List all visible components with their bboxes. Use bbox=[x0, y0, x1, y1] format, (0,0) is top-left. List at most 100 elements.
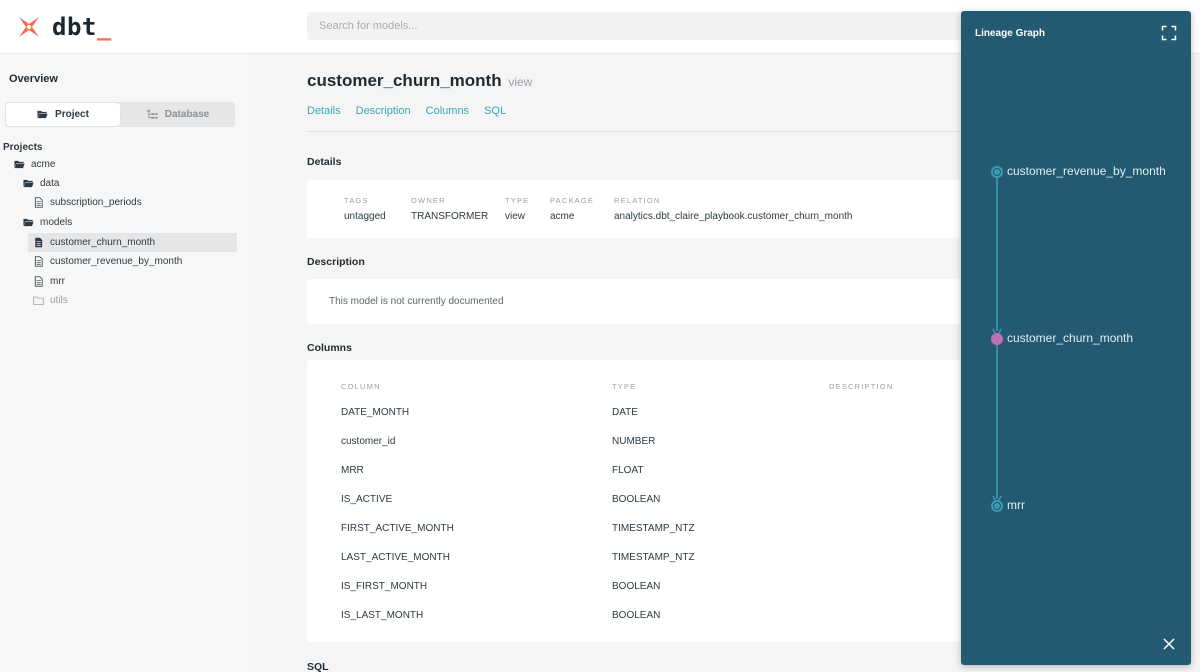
lineage-title: Lineage Graph bbox=[975, 28, 1046, 39]
description-card: This model is not currently documented bbox=[307, 279, 960, 324]
main-content: customer_churn_month view Details Descri… bbox=[248, 55, 960, 672]
column-header-column: COLUMN bbox=[341, 382, 381, 391]
column-header-description: DESCRIPTION bbox=[829, 382, 894, 391]
tree-item-models[interactable]: models bbox=[18, 213, 72, 232]
folder-open-icon bbox=[23, 218, 34, 227]
tree-item-label: utils bbox=[50, 295, 68, 306]
tab-details[interactable]: Details bbox=[307, 105, 341, 117]
column-type: TIMESTAMP_NTZ bbox=[612, 523, 695, 534]
column-type: TIMESTAMP_NTZ bbox=[612, 552, 695, 563]
detail-label: TAGS bbox=[344, 196, 369, 205]
tree-item-data[interactable]: data bbox=[18, 174, 59, 193]
tree-item-mrr[interactable]: mrr bbox=[28, 272, 65, 291]
tree-item-label: acme bbox=[31, 159, 56, 170]
expand-icon[interactable] bbox=[1161, 25, 1177, 41]
detail-tags: TAGS untagged bbox=[344, 196, 386, 222]
file-icon bbox=[34, 197, 43, 208]
column-name: FIRST_ACTIVE_MONTH bbox=[341, 523, 454, 534]
detail-package: PACKAGE acme bbox=[550, 196, 594, 222]
tree-item-subscription-periods[interactable]: subscription_periods bbox=[28, 193, 142, 212]
search-input[interactable] bbox=[307, 12, 967, 40]
detail-value: untagged bbox=[344, 211, 386, 222]
tree-item-label: models bbox=[40, 217, 73, 228]
file-icon bbox=[34, 276, 43, 287]
logo-wordmark: dbt_ bbox=[52, 13, 112, 41]
column-name: IS_ACTIVE bbox=[341, 494, 393, 505]
model-kind: view bbox=[508, 75, 533, 89]
detail-owner: OWNER TRANSFORMER bbox=[411, 196, 488, 222]
column-name: MRR bbox=[341, 465, 364, 476]
detail-label: TYPE bbox=[505, 196, 530, 205]
tab-sql[interactable]: SQL bbox=[484, 105, 506, 117]
model-name: customer_churn_month bbox=[307, 71, 502, 90]
column-type: NUMBER bbox=[612, 436, 656, 447]
tree-item-label: data bbox=[40, 178, 60, 189]
description-text: This model is not currently documented bbox=[329, 296, 504, 307]
column-type: FLOAT bbox=[612, 465, 644, 476]
tab-description[interactable]: Description bbox=[356, 105, 411, 117]
detail-value: view bbox=[505, 211, 526, 222]
lineage-node-label-current[interactable]: customer_churn_month bbox=[1007, 331, 1133, 345]
dbt-logo[interactable]: dbt_ bbox=[16, 9, 112, 45]
detail-value: acme bbox=[550, 211, 575, 222]
folder-open-icon bbox=[14, 160, 25, 169]
close-icon[interactable] bbox=[1162, 637, 1176, 651]
page-title: customer_churn_month view bbox=[307, 71, 532, 91]
detail-relation: RELATION analytics.dbt_claire_playbook.c… bbox=[614, 196, 852, 222]
column-name: IS_FIRST_MONTH bbox=[341, 581, 428, 592]
tree-item-label: customer_churn_month bbox=[50, 237, 156, 248]
sql-heading: SQL bbox=[307, 661, 329, 672]
lineage-node-label[interactable]: customer_revenue_by_month bbox=[1007, 164, 1166, 178]
sidebar: Overview Project Database Projects acme … bbox=[0, 55, 248, 672]
detail-value: analytics.dbt_claire_playbook.customer_c… bbox=[614, 211, 853, 222]
database-toggle-label: Database bbox=[164, 109, 210, 120]
column-name: IS_LAST_MONTH bbox=[341, 610, 424, 621]
tree-item-utils[interactable]: utils bbox=[28, 291, 68, 310]
dbt-logo-icon bbox=[19, 17, 39, 37]
header-divider bbox=[307, 131, 960, 132]
project-toggle-label: Project bbox=[55, 109, 89, 120]
column-name: DATE_MONTH bbox=[341, 407, 410, 418]
column-header-type: TYPE bbox=[612, 382, 637, 391]
folder-open-icon bbox=[37, 110, 48, 119]
detail-label: OWNER bbox=[411, 196, 446, 205]
projects-label: Projects bbox=[3, 142, 43, 153]
tree-item-acme[interactable]: acme bbox=[9, 155, 55, 174]
project-toggle-button[interactable]: Project bbox=[6, 103, 120, 126]
database-toggle-button[interactable]: Database bbox=[121, 102, 235, 127]
column-name: LAST_ACTIVE_MONTH bbox=[341, 552, 450, 563]
column-type: BOOLEAN bbox=[612, 610, 661, 621]
lineage-graph-panel: Lineage Graph customer_revenue_by_month … bbox=[961, 11, 1191, 665]
details-card: TAGS untagged OWNER TRANSFORMER TYPE vie… bbox=[307, 180, 960, 238]
file-filled-icon bbox=[35, 237, 43, 248]
lineage-node-customer-churn-month bbox=[991, 333, 1003, 345]
detail-value: TRANSFORMER bbox=[411, 211, 489, 222]
columns-table: COLUMN TYPE DESCRIPTION DATE_MONTH DATE … bbox=[307, 360, 960, 642]
file-icon bbox=[34, 256, 43, 267]
details-heading: Details bbox=[307, 156, 342, 168]
detail-label: PACKAGE bbox=[550, 196, 595, 205]
lineage-node-customer-revenue-by-month bbox=[991, 166, 1003, 178]
lineage-node-mrr bbox=[991, 500, 1003, 512]
tree-item-customer-revenue-by-month[interactable]: customer_revenue_by_month bbox=[28, 252, 182, 271]
column-type: DATE bbox=[612, 407, 638, 418]
view-toggle: Project Database bbox=[5, 102, 235, 127]
column-name: customer_id bbox=[341, 436, 396, 447]
folder-open-icon bbox=[23, 179, 34, 188]
detail-label: RELATION bbox=[614, 196, 661, 205]
column-type: BOOLEAN bbox=[612, 494, 661, 505]
detail-type: TYPE view bbox=[505, 196, 529, 222]
tree-item-customer-churn-month[interactable]: customer_churn_month bbox=[28, 233, 237, 252]
column-type: BOOLEAN bbox=[612, 581, 661, 592]
tree-item-label: subscription_periods bbox=[50, 197, 142, 208]
folder-closed-icon bbox=[33, 296, 44, 305]
lineage-node-label[interactable]: mrr bbox=[1007, 498, 1025, 512]
overview-link[interactable]: Overview bbox=[9, 73, 58, 85]
columns-heading: Columns bbox=[307, 342, 352, 354]
tree-item-label: customer_revenue_by_month bbox=[50, 256, 183, 267]
tree-item-label: mrr bbox=[50, 276, 65, 287]
database-tree-icon bbox=[147, 109, 158, 119]
section-tabs: Details Description Columns SQL bbox=[307, 105, 506, 117]
tab-columns[interactable]: Columns bbox=[426, 105, 469, 117]
description-heading: Description bbox=[307, 256, 365, 268]
